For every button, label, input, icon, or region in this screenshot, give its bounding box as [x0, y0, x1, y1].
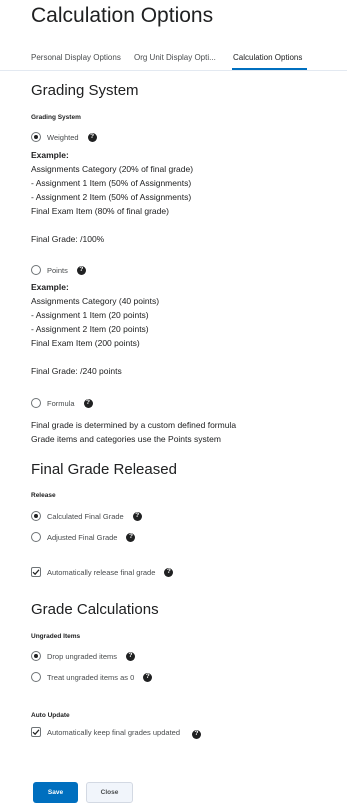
adjusted-final-grade-label: Adjusted Final Grade	[47, 532, 118, 542]
tab-org-unit-display-options[interactable]: Org Unit Display Opti...	[134, 53, 216, 62]
question-circle-icon[interactable]: ?	[126, 651, 136, 661]
points-label: Points	[47, 265, 68, 275]
calculated-final-grade-option[interactable]: Calculated Final Grade ?	[31, 509, 142, 523]
close-button[interactable]: Close	[86, 782, 133, 803]
auto-update-checkbox[interactable]	[31, 727, 41, 737]
points-radio[interactable]	[31, 265, 41, 275]
question-circle-icon[interactable]: ?	[192, 729, 202, 739]
question-circle-icon[interactable]: ?	[126, 532, 136, 542]
tab-calculation-options[interactable]: Calculation Options	[233, 53, 302, 62]
treat-ungraded-zero-option[interactable]: Treat ungraded items as 0 ?	[31, 670, 153, 684]
save-button[interactable]: Save	[33, 782, 78, 803]
treat-ungraded-zero-label: Treat ungraded items as 0	[47, 672, 135, 682]
points-option[interactable]: Points ?	[31, 263, 86, 277]
points-example-title: Example:	[31, 282, 69, 292]
formula-label: Formula	[47, 398, 75, 408]
drop-ungraded-option[interactable]: Drop ungraded items ?	[31, 649, 136, 663]
auto-update-label: Auto Update	[31, 712, 70, 719]
weighted-example-line: - Assignment 1 Item (50% of Assignments)	[31, 178, 192, 188]
auto-update-option[interactable]: Automatically keep final grades updated …	[31, 725, 202, 739]
points-example-line: Assignments Category (40 points)	[31, 296, 160, 306]
release-label: Release	[31, 492, 56, 499]
weighted-final-grade: Final Grade: /100%	[31, 234, 105, 244]
calculated-final-grade-radio[interactable]	[31, 511, 41, 521]
question-circle-icon[interactable]: ?	[83, 398, 93, 408]
checkmark-icon	[32, 729, 40, 736]
question-circle-icon[interactable]: ?	[143, 672, 153, 682]
treat-ungraded-zero-radio[interactable]	[31, 672, 41, 682]
grading-system-label: Grading System	[31, 114, 81, 121]
formula-description-line: Grade items and categories use the Point…	[31, 434, 221, 444]
page-title: Calculation Options	[31, 4, 214, 27]
question-circle-icon[interactable]: ?	[87, 132, 97, 142]
weighted-label: Weighted	[47, 132, 79, 142]
auto-release-checkbox[interactable]	[31, 567, 41, 577]
auto-release-option[interactable]: Automatically release final grade ?	[31, 565, 174, 579]
points-example-line: - Assignment 1 Item (20 points)	[31, 310, 149, 320]
grading-system-heading: Grading System	[31, 82, 139, 99]
weighted-example-title: Example:	[31, 150, 69, 160]
grade-calculations-heading: Grade Calculations	[31, 601, 159, 618]
points-example-line: Final Exam Item (200 points)	[31, 338, 140, 348]
formula-option[interactable]: Formula ?	[31, 396, 93, 410]
points-final-grade: Final Grade: /240 points	[31, 366, 122, 376]
checkmark-icon	[32, 569, 40, 576]
adjusted-final-grade-radio[interactable]	[31, 532, 41, 542]
formula-radio[interactable]	[31, 398, 41, 408]
weighted-example-line: Assignments Category (20% of final grade…	[31, 164, 194, 174]
question-circle-icon[interactable]: ?	[76, 265, 86, 275]
calculated-final-grade-label: Calculated Final Grade	[47, 511, 124, 521]
weighted-radio[interactable]	[31, 132, 41, 142]
final-grade-released-heading: Final Grade Released	[31, 461, 177, 478]
formula-description-line: Final grade is determined by a custom de…	[31, 420, 237, 430]
ungraded-items-label: Ungraded Items	[31, 633, 81, 640]
question-circle-icon[interactable]: ?	[164, 567, 174, 577]
auto-update-text: Automatically keep final grades updated	[47, 727, 181, 737]
weighted-example-line: Final Exam Item (80% of final grade)	[31, 206, 169, 216]
active-tab-indicator	[232, 68, 307, 70]
auto-release-label: Automatically release final grade	[47, 567, 156, 577]
weighted-example: Example: Assignments Category (20% of fi…	[31, 148, 193, 218]
drop-ungraded-label: Drop ungraded items	[47, 651, 118, 661]
drop-ungraded-radio[interactable]	[31, 651, 41, 661]
weighted-example-line: - Assignment 2 Item (50% of Assignments)	[31, 192, 192, 202]
points-example: Example: Assignments Category (40 points…	[31, 280, 159, 350]
question-circle-icon[interactable]: ?	[132, 511, 142, 521]
adjusted-final-grade-option[interactable]: Adjusted Final Grade ?	[31, 530, 136, 544]
weighted-option[interactable]: Weighted ?	[31, 130, 97, 144]
tab-bar: Personal Display Options Org Unit Displa…	[0, 48, 347, 71]
tab-personal-display-options[interactable]: Personal Display Options	[31, 53, 121, 62]
points-example-line: - Assignment 2 Item (20 points)	[31, 324, 149, 334]
